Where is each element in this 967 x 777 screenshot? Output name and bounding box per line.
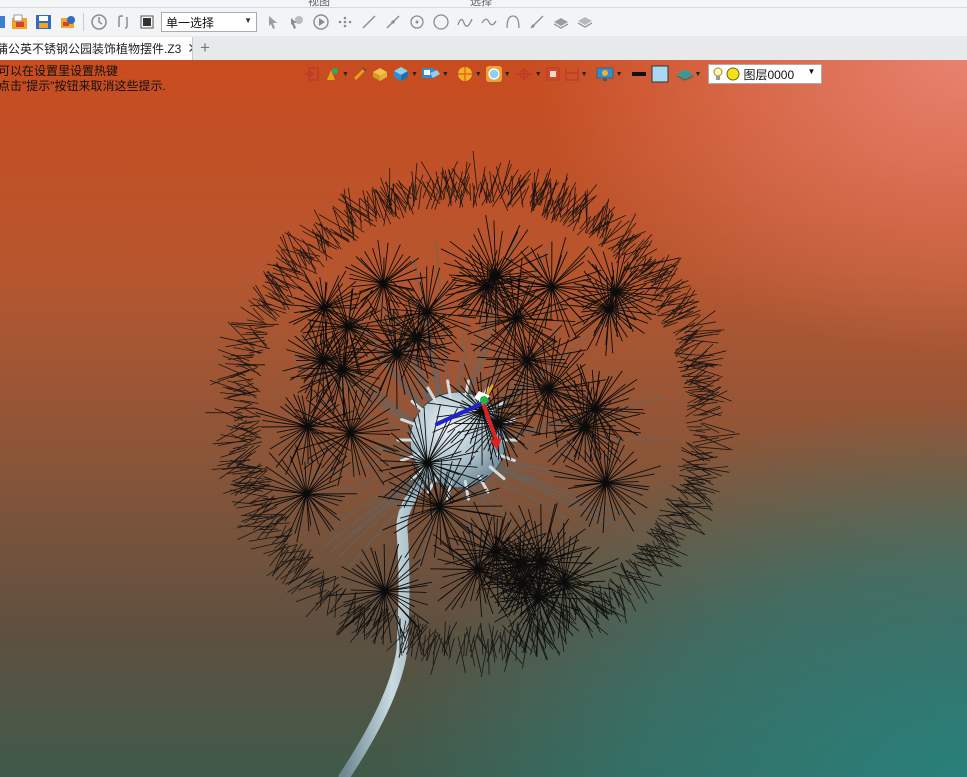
new-file-icon[interactable]	[0, 12, 6, 32]
chevron-down-icon: ▼	[534, 70, 542, 78]
arc-icon[interactable]	[503, 12, 523, 32]
view-toolbar: ▼ ▼ ▼ ▼ ▼ ▼ ▼ ▼ ▼ 图层0000 ▼	[304, 63, 823, 85]
pick-filter-icon[interactable]	[287, 12, 307, 32]
chevron-down-icon: ▼	[503, 70, 511, 78]
circle-icon[interactable]	[431, 12, 451, 32]
chevron-down-icon: ▼	[474, 70, 482, 78]
layer-color-icon	[726, 67, 740, 81]
ribbon-strip: 视图 选择	[0, 0, 967, 8]
line-icon[interactable]	[359, 12, 379, 32]
zoom-fit-icon[interactable]: ▼	[485, 64, 511, 84]
chevron-down-icon: ▼	[807, 67, 816, 76]
spline-icon[interactable]	[455, 12, 475, 32]
dandelion-model[interactable]	[0, 60, 967, 777]
select-mode-dropdown[interactable]: 单一选择 ▼	[161, 12, 257, 32]
history-icon[interactable]	[89, 12, 109, 32]
lightbulb-icon	[713, 67, 723, 80]
exit-icon[interactable]	[304, 64, 320, 84]
monitor-display-icon[interactable]: ▼	[595, 64, 623, 84]
layer-stack-icon[interactable]	[551, 12, 571, 32]
close-icon[interactable]: ✕	[187, 40, 192, 57]
brush-icon[interactable]	[352, 64, 368, 84]
seed-star-group	[251, 215, 665, 658]
shaded-view-icon[interactable]	[371, 64, 389, 84]
save-file-icon[interactable]	[34, 12, 54, 32]
layer-manager-icon[interactable]: ▼	[676, 64, 702, 84]
view-orientation-icon[interactable]: ▼	[421, 64, 449, 84]
select-mode-value: 单一选择	[166, 15, 215, 30]
stop-icon[interactable]	[137, 12, 157, 32]
chevron-down-icon: ▼	[580, 70, 588, 78]
line-point-icon[interactable]	[383, 12, 403, 32]
quick-toolbar: 单一选择 ▼	[0, 8, 967, 36]
chevron-down-icon: ▼	[410, 70, 418, 78]
tab-document[interactable]: 蒲公英不锈钢公园装饰植物摆件.Z3 ✕	[0, 37, 193, 60]
document-tab-bar: 蒲公英不锈钢公园装饰植物摆件.Z3 ✕ +	[0, 36, 967, 61]
tab-document-title: 蒲公英不锈钢公园装饰植物摆件.Z3	[0, 42, 182, 56]
point-cloud-icon[interactable]	[335, 12, 355, 32]
chevron-down-icon: ▼	[342, 70, 349, 78]
chevron-down-icon: ▼	[615, 70, 623, 78]
frame-select-icon[interactable]	[545, 64, 561, 84]
open-file-icon[interactable]	[10, 12, 30, 32]
chevron-down-icon: ▼	[694, 70, 702, 78]
undo-redo-icon[interactable]	[113, 12, 133, 32]
render-mode-icon[interactable]: ▼	[456, 64, 482, 84]
circle-center-icon[interactable]	[407, 12, 427, 32]
toolbar-separator	[83, 13, 84, 31]
measure-icon[interactable]: ▼	[564, 64, 588, 84]
play-icon[interactable]	[311, 12, 331, 32]
line-style-icon[interactable]	[630, 64, 648, 84]
curve-icon[interactable]	[479, 12, 499, 32]
trim-icon[interactable]	[527, 12, 547, 32]
hint-line-1: 可以在设置里设置热键	[0, 64, 119, 78]
layers-icon[interactable]	[575, 12, 595, 32]
3d-viewport[interactable]: 可以在设置里设置热键 点击"提示"按钮来取消这些提示. ▼ ▼ ▼ ▼ ▼ ▼	[0, 60, 967, 777]
display-cube-icon[interactable]: ▼	[392, 64, 418, 84]
add-tab-button[interactable]: +	[200, 38, 210, 58]
layer-name: 图层0000	[743, 67, 795, 82]
chevron-down-icon: ▼	[244, 16, 252, 25]
hint-line-2: 点击"提示"按钮来取消这些提示.	[0, 79, 166, 93]
save-as-icon[interactable]	[58, 12, 78, 32]
paint-icon[interactable]: ▼	[323, 64, 349, 84]
layer-dropdown[interactable]: 图层0000 ▼	[708, 64, 823, 84]
chevron-down-icon: ▼	[441, 70, 449, 78]
color-swatch-icon[interactable]	[651, 64, 669, 84]
section-view-icon[interactable]: ▼	[514, 64, 542, 84]
hint-text: 可以在设置里设置热键 点击"提示"按钮来取消这些提示.	[0, 64, 166, 94]
pick-arrow-icon[interactable]	[263, 12, 283, 32]
